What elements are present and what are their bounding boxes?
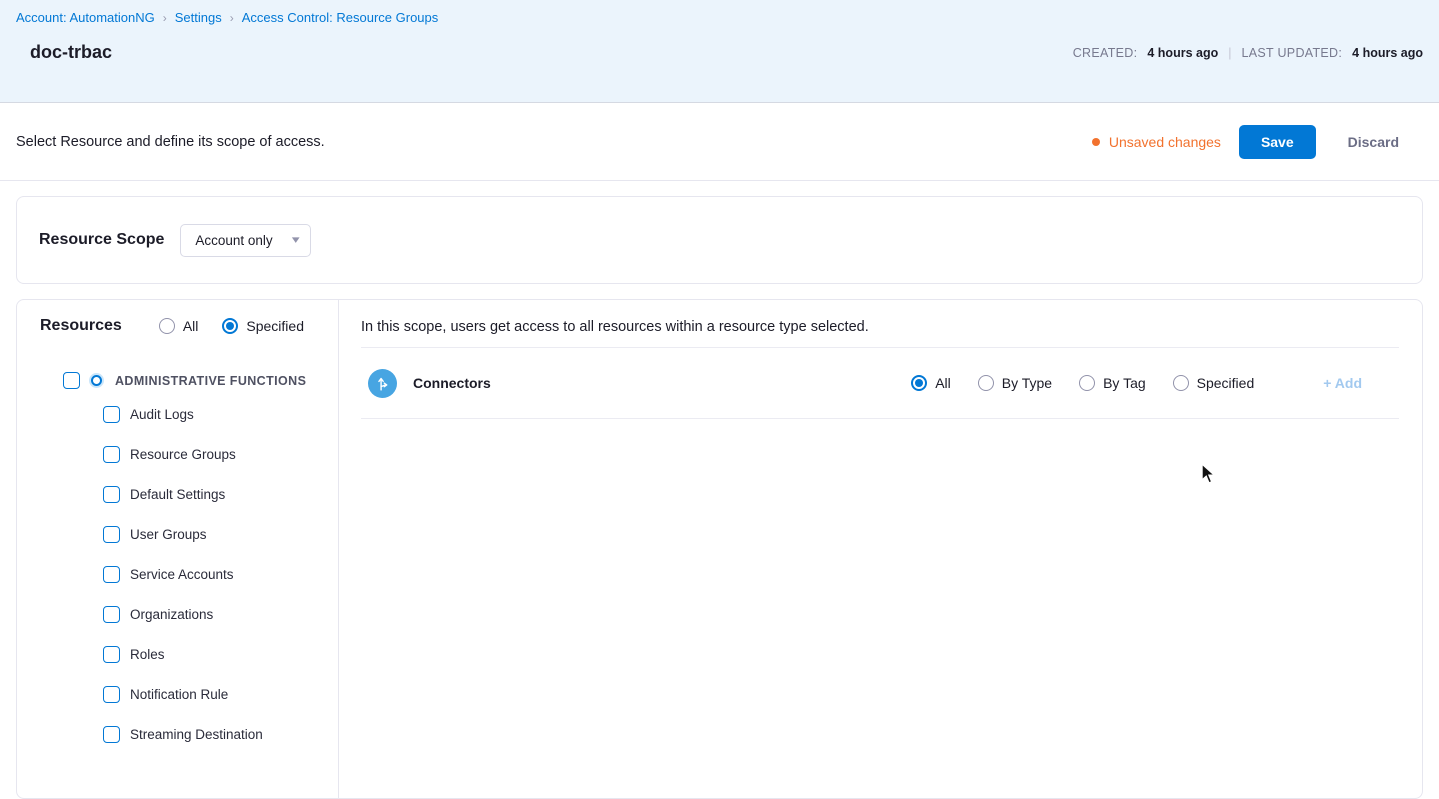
- group-label: ADMINISTRATIVE FUNCTIONS: [115, 374, 306, 388]
- radio-unchecked-icon[interactable]: [978, 375, 994, 391]
- list-item-resource-groups: Resource Groups: [103, 434, 338, 474]
- connectors-radio-specified[interactable]: Specified: [1173, 375, 1255, 391]
- item-label: Service Accounts: [130, 567, 234, 582]
- item-label: Resource Groups: [130, 447, 236, 462]
- chevron-down-icon: ▾: [292, 235, 300, 246]
- item-checkbox[interactable]: [103, 486, 120, 503]
- item-label: Streaming Destination: [130, 727, 263, 742]
- item-label: Audit Logs: [130, 407, 194, 422]
- connectors-radio-by-type[interactable]: By Type: [978, 375, 1052, 391]
- item-checkbox[interactable]: [103, 446, 120, 463]
- item-label: Organizations: [130, 607, 213, 622]
- resources-panel: Resources All Specified ADMINISTRATIVE F…: [17, 300, 339, 798]
- connectors-row: Connectors All By Type By Tag: [361, 347, 1399, 419]
- content-area: Resource Scope Account only ▾ Resources …: [0, 181, 1439, 799]
- item-checkbox[interactable]: [103, 566, 120, 583]
- list-item-notification-rule: Notification Rule: [103, 674, 338, 714]
- resource-scope-label: Resource Scope: [39, 231, 164, 249]
- radio-checked-icon[interactable]: [222, 318, 238, 334]
- item-label: Notification Rule: [130, 687, 228, 702]
- item-checkbox[interactable]: [103, 606, 120, 623]
- group-partial-indicator-icon: [89, 373, 104, 388]
- radio-unchecked-icon[interactable]: [1173, 375, 1189, 391]
- item-label: User Groups: [130, 527, 207, 542]
- created-value: 4 hours ago: [1147, 46, 1218, 60]
- connectors-scope-options: All By Type By Tag Specified + Add: [911, 375, 1399, 391]
- resources-radio-all[interactable]: All: [159, 318, 199, 334]
- connectors-radio-by-type-label: By Type: [1002, 375, 1052, 391]
- group-checkbox[interactable]: [63, 372, 80, 389]
- save-button[interactable]: Save: [1239, 125, 1316, 159]
- list-item-user-groups: User Groups: [103, 514, 338, 554]
- breadcrumb: Account: AutomationNG › Settings › Acces…: [16, 6, 1423, 25]
- list-item-organizations: Organizations: [103, 594, 338, 634]
- unsaved-changes-label: Unsaved changes: [1109, 134, 1221, 150]
- breadcrumb-account-link[interactable]: Account: AutomationNG: [16, 10, 155, 25]
- item-label: Roles: [130, 647, 165, 662]
- list-item-default-settings: Default Settings: [103, 474, 338, 514]
- radio-checked-icon[interactable]: [911, 375, 927, 391]
- resource-item-list: Audit Logs Resource Groups Default Setti…: [40, 394, 338, 754]
- add-button[interactable]: + Add: [1323, 375, 1362, 391]
- meta-divider: |: [1228, 46, 1231, 60]
- created-updated-meta: CREATED: 4 hours ago | LAST UPDATED: 4 h…: [1073, 46, 1423, 60]
- page-header: Account: AutomationNG › Settings › Acces…: [0, 0, 1439, 103]
- scope-detail-area: In this scope, users get access to all r…: [339, 300, 1422, 798]
- discard-button[interactable]: Discard: [1336, 125, 1411, 159]
- breadcrumb-separator-icon: ›: [230, 11, 234, 25]
- resources-radio-specified[interactable]: Specified: [222, 318, 304, 334]
- breadcrumb-settings-link[interactable]: Settings: [175, 10, 222, 25]
- list-item-service-accounts: Service Accounts: [103, 554, 338, 594]
- connectors-icon: [368, 369, 397, 398]
- resource-scope-select[interactable]: Account only ▾: [180, 224, 311, 257]
- action-toolbar: Select Resource and define its scope of …: [0, 103, 1439, 181]
- radio-unchecked-icon[interactable]: [159, 318, 175, 334]
- item-checkbox[interactable]: [103, 726, 120, 743]
- last-updated-label: LAST UPDATED:: [1241, 46, 1342, 60]
- resource-scope-selected-value: Account only: [195, 233, 272, 248]
- group-administrative-functions: ADMINISTRATIVE FUNCTIONS: [63, 372, 338, 389]
- page-title: doc-trbac: [30, 42, 112, 63]
- connectors-radio-all[interactable]: All: [911, 375, 951, 391]
- breadcrumb-separator-icon: ›: [163, 11, 167, 25]
- breadcrumb-access-control-link[interactable]: Access Control: Resource Groups: [242, 10, 439, 25]
- resources-title: Resources: [40, 317, 122, 335]
- unsaved-changes-indicator: Unsaved changes: [1092, 134, 1221, 150]
- item-checkbox[interactable]: [103, 646, 120, 663]
- item-label: Default Settings: [130, 487, 225, 502]
- connectors-radio-by-tag[interactable]: By Tag: [1079, 375, 1146, 391]
- resources-radio-all-label: All: [183, 318, 199, 334]
- resource-scope-card: Resource Scope Account only ▾: [16, 196, 1423, 284]
- resources-radio-specified-label: Specified: [246, 318, 304, 334]
- item-checkbox[interactable]: [103, 686, 120, 703]
- radio-unchecked-icon[interactable]: [1079, 375, 1095, 391]
- connectors-radio-all-label: All: [935, 375, 951, 391]
- list-item-streaming-destination: Streaming Destination: [103, 714, 338, 754]
- list-item-audit-logs: Audit Logs: [103, 394, 338, 434]
- unsaved-dot-icon: [1092, 138, 1100, 146]
- scope-description: In this scope, users get access to all r…: [361, 319, 1399, 335]
- item-checkbox[interactable]: [103, 526, 120, 543]
- connectors-radio-by-tag-label: By Tag: [1103, 375, 1146, 391]
- resources-card: Resources All Specified ADMINISTRATIVE F…: [16, 299, 1423, 799]
- created-label: CREATED:: [1073, 46, 1138, 60]
- connectors-name: Connectors: [413, 375, 491, 391]
- connectors-radio-specified-label: Specified: [1197, 375, 1255, 391]
- list-item-roles: Roles: [103, 634, 338, 674]
- toolbar-description: Select Resource and define its scope of …: [16, 134, 325, 150]
- item-checkbox[interactable]: [103, 406, 120, 423]
- last-updated-value: 4 hours ago: [1352, 46, 1423, 60]
